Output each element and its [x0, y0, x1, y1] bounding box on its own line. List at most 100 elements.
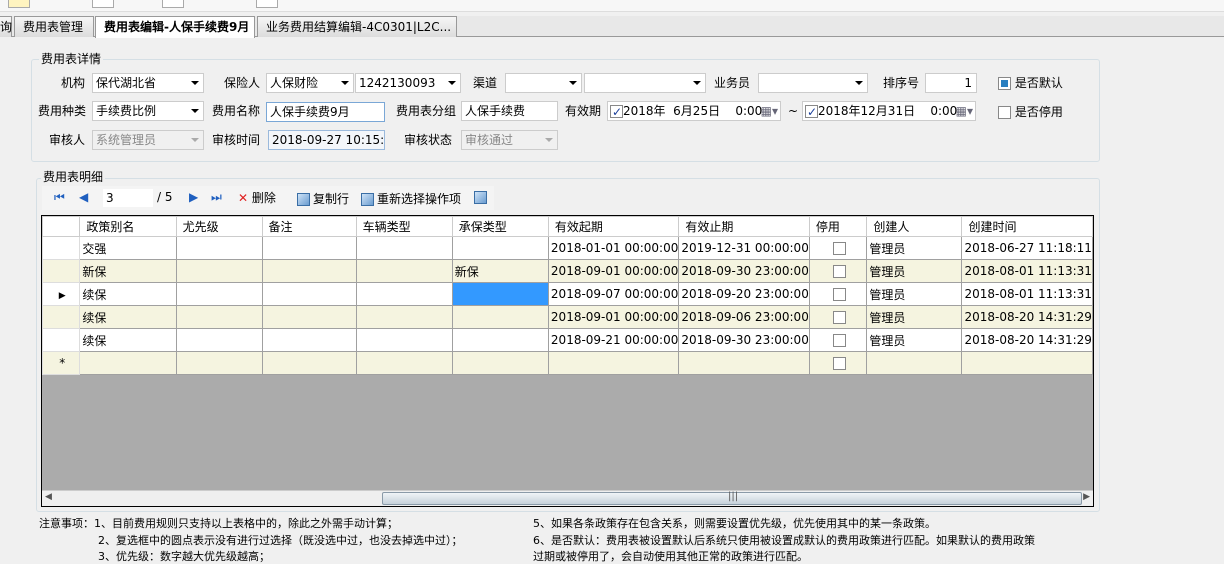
table-cell[interactable]: 2018-01-01 00:00:00: [547, 236, 680, 260]
table-row[interactable]: 续保 2018-09-21 00:00:00 2018-09-30 23:00:00…: [42, 328, 1093, 352]
column-header[interactable]: 尤先级: [175, 216, 263, 237]
table-cell[interactable]: 2018-09-20 23:00:00: [678, 282, 810, 306]
new-row[interactable]: *: [42, 351, 1093, 375]
table-cell[interactable]: [808, 305, 868, 329]
table-cell[interactable]: [866, 351, 963, 375]
table-cell[interactable]: [175, 328, 263, 352]
table-cell[interactable]: [355, 259, 453, 283]
table-cell[interactable]: [355, 305, 453, 329]
disabled-checkbox-icon[interactable]: [832, 288, 846, 301]
name-input[interactable]: 人保手续费9月: [266, 102, 385, 122]
group-input[interactable]: 人保手续费: [461, 101, 558, 121]
insurer-select[interactable]: 人保财险: [266, 73, 354, 93]
tab-fee-table-management[interactable]: 费用表管理: [14, 16, 94, 37]
column-header[interactable]: 停用: [808, 216, 868, 237]
column-header[interactable]: 创建人: [866, 216, 963, 237]
table-cell[interactable]: 管理员: [866, 259, 963, 283]
table-cell[interactable]: 2018-09-01 00:00:00: [547, 305, 680, 329]
table-cell[interactable]: 新保: [451, 259, 549, 283]
tab-fee-table-edit[interactable]: 费用表编辑-人保手续费9月: [95, 16, 255, 38]
table-cell[interactable]: 2018-09-07 00:00:00: [547, 282, 680, 306]
table-cell[interactable]: 2018-09-01 00:00:00: [547, 259, 680, 283]
disabled-checkbox-icon[interactable]: [832, 334, 846, 347]
toolbar-icon[interactable]: [162, 0, 184, 8]
scrollbar-thumb[interactable]: |||: [382, 491, 1082, 505]
scroll-right-icon[interactable]: ▶: [1083, 492, 1090, 502]
table-cell[interactable]: [175, 282, 263, 306]
toolbar-icon[interactable]: [256, 0, 278, 8]
channel-select[interactable]: [505, 73, 582, 93]
table-cell[interactable]: 管理员: [866, 305, 963, 329]
table-cell[interactable]: [808, 282, 868, 306]
table-cell[interactable]: [355, 282, 453, 306]
table-cell[interactable]: 交强: [79, 236, 177, 260]
table-row[interactable]: ▶ 续保 2018-09-07 00:00:00 2018-09-20 23:00:0…: [42, 282, 1093, 306]
column-header[interactable]: 政策别名: [79, 216, 177, 237]
column-header[interactable]: 有效止期: [678, 216, 810, 237]
table-cell[interactable]: [355, 328, 453, 352]
table-cell[interactable]: [79, 351, 177, 375]
table-cell[interactable]: [355, 236, 453, 260]
table-cell[interactable]: 管理员: [866, 328, 963, 352]
delete-button[interactable]: ✕ 删除: [238, 189, 276, 206]
column-header[interactable]: 有效起期: [547, 216, 680, 237]
insurer-code-select[interactable]: 1242130093: [355, 73, 461, 93]
disabled-checkbox-icon[interactable]: [832, 357, 846, 370]
salesman-select[interactable]: [758, 73, 868, 93]
table-cell[interactable]: [808, 351, 868, 375]
row-header[interactable]: [42, 236, 81, 260]
table-cell[interactable]: [678, 351, 810, 375]
table-row[interactable]: 续保 2018-09-01 00:00:00 2018-09-06 23:00:00…: [42, 305, 1093, 329]
table-cell[interactable]: [451, 328, 549, 352]
table-cell[interactable]: 续保: [79, 282, 177, 306]
scroll-left-icon[interactable]: ◀: [45, 492, 52, 502]
table-cell[interactable]: 2018-09-30 23:00:00: [678, 328, 810, 352]
table-cell[interactable]: [355, 351, 453, 375]
horizontal-scrollbar[interactable]: ◀ ||| ▶: [42, 490, 1093, 506]
row-header[interactable]: [42, 259, 81, 283]
table-cell[interactable]: [261, 282, 357, 306]
table-cell[interactable]: 管理员: [866, 236, 963, 260]
table-cell[interactable]: [261, 351, 357, 375]
table-cell[interactable]: 新保: [79, 259, 177, 283]
table-cell[interactable]: 续保: [79, 328, 177, 352]
table-cell[interactable]: [808, 328, 868, 352]
table-cell[interactable]: [451, 236, 549, 260]
table-cell[interactable]: [261, 236, 357, 260]
table-cell[interactable]: 管理员: [866, 282, 963, 306]
disabled-checkbox-icon[interactable]: [832, 265, 846, 278]
default-checkbox[interactable]: 是否默认: [998, 76, 1063, 90]
table-cell[interactable]: 2018-08-20 14:31:29: [961, 328, 1093, 352]
position-input[interactable]: 3: [103, 189, 153, 207]
table-cell[interactable]: [175, 236, 263, 260]
row-header[interactable]: *: [42, 351, 81, 375]
table-cell[interactable]: 2018-08-01 11:13:31: [961, 259, 1093, 283]
copy-row-button[interactable]: 复制行: [297, 190, 349, 207]
disabled-checkbox[interactable]: 是否停用: [998, 105, 1063, 119]
table-cell[interactable]: [175, 351, 263, 375]
table-cell[interactable]: [261, 259, 357, 283]
table-cell[interactable]: 2018-08-20 14:31:29: [961, 305, 1093, 329]
column-header[interactable]: 备注: [261, 216, 357, 237]
org-select[interactable]: 保代湖北省: [92, 73, 204, 93]
table-cell[interactable]: 续保: [79, 305, 177, 329]
table-cell[interactable]: [547, 351, 680, 375]
reselect-button[interactable]: 重新选择操作项: [361, 190, 461, 207]
table-cell[interactable]: 2018-06-27 11:18:11: [961, 236, 1093, 260]
row-header[interactable]: ▶: [42, 282, 81, 306]
table-cell[interactable]: 2018-09-06 23:00:00: [678, 305, 810, 329]
table-cell[interactable]: [808, 236, 868, 260]
first-record-icon[interactable]: ⏮: [54, 190, 65, 205]
table-row[interactable]: 交强 2018-01-01 00:00:00 2019-12-31 00:00:00…: [42, 236, 1093, 260]
tab-query[interactable]: 询: [0, 16, 12, 37]
column-header[interactable]: 承保类型: [451, 216, 549, 237]
last-record-icon[interactable]: ⏭: [211, 190, 222, 205]
column-header[interactable]: 车辆类型: [355, 216, 453, 237]
channel-sub-select[interactable]: [584, 73, 706, 93]
table-cell[interactable]: [808, 259, 868, 283]
prev-record-icon[interactable]: ◀: [79, 190, 88, 204]
table-cell[interactable]: [451, 351, 549, 375]
table-cell[interactable]: [175, 305, 263, 329]
extra-button[interactable]: [474, 190, 490, 204]
table-cell[interactable]: 2019-12-31 00:00:00: [678, 236, 810, 260]
